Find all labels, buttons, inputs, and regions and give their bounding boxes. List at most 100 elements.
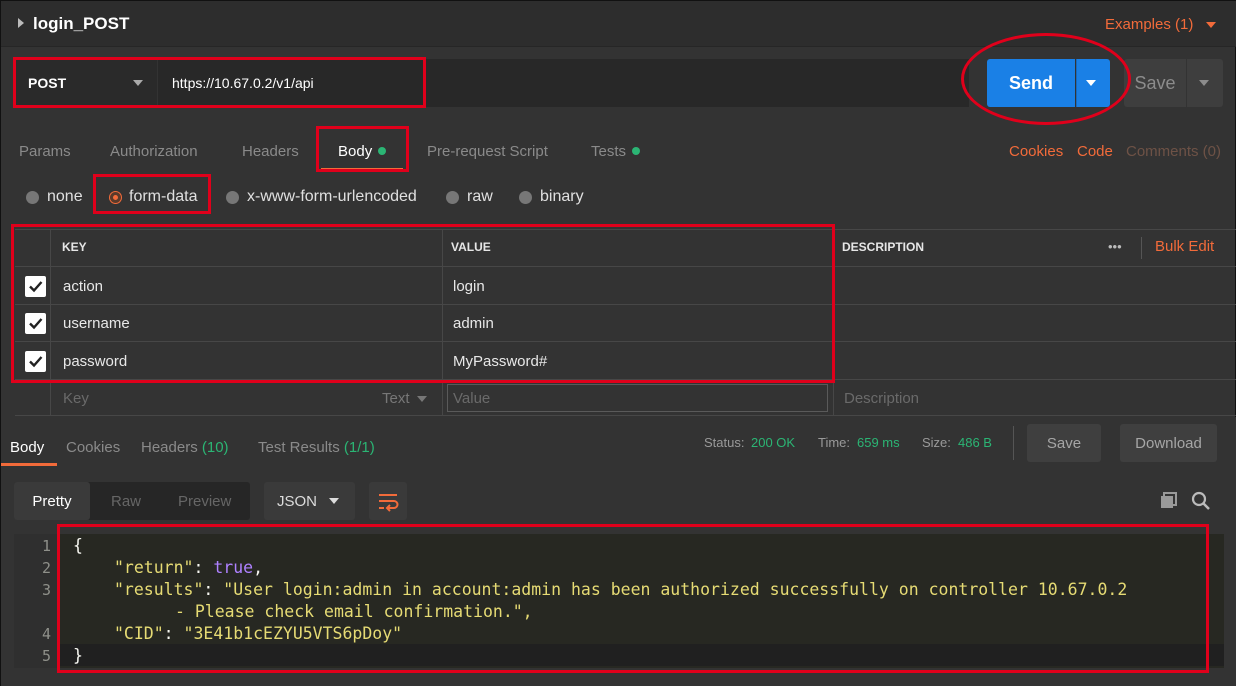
code-brace: { <box>73 536 83 555</box>
response-tab-test-results[interactable]: Test Results (1/1) <box>258 439 375 456</box>
size-value[interactable]: 486 B <box>958 435 992 450</box>
chevron-down-icon[interactable] <box>1086 80 1096 86</box>
response-tab-cookies[interactable]: Cookies <box>66 439 120 456</box>
tab-label: Headers <box>141 439 198 456</box>
code-link[interactable]: Code <box>1077 143 1113 160</box>
comments-link[interactable]: Comments (0) <box>1126 143 1221 160</box>
row-checkbox[interactable] <box>25 276 46 297</box>
radio-label: none <box>47 188 83 205</box>
table-border <box>833 229 834 415</box>
row-checkbox[interactable] <box>25 313 46 334</box>
column-header-value: VALUE <box>451 240 491 254</box>
status-dot-icon <box>632 147 641 156</box>
param-key[interactable]: username <box>63 315 130 332</box>
new-key-input[interactable]: Key <box>63 390 89 407</box>
tab-tests[interactable]: Tests <box>591 143 641 160</box>
radio-form-data[interactable]: form-data <box>110 188 197 206</box>
table-border <box>442 229 443 415</box>
table-border <box>15 379 1236 380</box>
cookies-link[interactable]: Cookies <box>1009 143 1063 160</box>
line-number: 5 <box>41 647 51 665</box>
status-dot-icon <box>378 147 387 156</box>
column-header-description: DESCRIPTION <box>842 240 925 254</box>
search-icon[interactable] <box>1190 490 1212 516</box>
radio-icon[interactable] <box>519 190 532 204</box>
save-response-button[interactable]: Save <box>1027 424 1101 462</box>
new-description-input[interactable]: Description <box>844 390 919 407</box>
examples-dropdown[interactable]: Examples (1) <box>1105 16 1193 33</box>
json-key: "CID" <box>114 624 164 643</box>
json-key: "return" <box>114 558 194 577</box>
bulk-edit-link[interactable]: Bulk Edit <box>1155 238 1214 255</box>
checkmark-icon <box>29 318 43 330</box>
divider <box>1141 237 1142 259</box>
radio-x-www-form-urlencoded[interactable]: x-www-form-urlencoded <box>226 188 417 206</box>
time-value[interactable]: 659 ms <box>857 435 900 450</box>
chevron-down-icon[interactable] <box>133 80 143 86</box>
copy-icon[interactable] <box>1159 491 1179 515</box>
table-border <box>15 304 1236 305</box>
tab-authorization[interactable]: Authorization <box>110 143 198 160</box>
view-preview-button[interactable]: Preview <box>178 493 231 510</box>
divider <box>1013 426 1014 460</box>
radio-raw[interactable]: raw <box>446 188 493 206</box>
response-tab-body[interactable]: Body <box>10 439 44 456</box>
tab-pre-request-script[interactable]: Pre-request Script <box>427 143 548 160</box>
radio-icon[interactable] <box>446 190 459 204</box>
chevron-down-icon[interactable] <box>1206 22 1216 28</box>
json-value: "3E41b1cEZYU5VTS6pDoy" <box>183 624 403 643</box>
view-pretty-button[interactable]: Pretty <box>14 482 90 520</box>
active-tab-indicator <box>321 168 403 171</box>
chevron-down-icon[interactable] <box>417 396 427 402</box>
wrap-lines-button[interactable] <box>369 482 407 520</box>
line-number: 2 <box>41 559 51 577</box>
json-value-continued: - Please check email confirmation.", <box>175 602 533 621</box>
tab-count: (1/1) <box>343 439 375 456</box>
download-button[interactable]: Download <box>1120 424 1217 462</box>
radio-label: raw <box>467 188 493 205</box>
code-line: { <box>73 536 83 555</box>
request-name[interactable]: login_POST <box>33 14 129 34</box>
send-button[interactable]: Send <box>987 59 1075 107</box>
table-border <box>15 341 1236 342</box>
url-value[interactable]: https://10.67.0.2/v1/api <box>172 75 314 91</box>
code-line: } <box>73 646 83 665</box>
radio-selected-icon[interactable] <box>110 191 121 203</box>
line-number: 4 <box>41 625 51 643</box>
type-select[interactable]: Text <box>382 390 410 407</box>
tab-tests-label: Tests <box>591 143 627 160</box>
tab-label: Test Results <box>258 439 340 456</box>
view-raw-button[interactable]: Raw <box>111 493 141 510</box>
caret-right-icon[interactable] <box>18 18 24 28</box>
param-value[interactable]: MyPassword# <box>453 353 547 370</box>
save-request-button[interactable]: Save <box>1124 59 1186 107</box>
tab-count: (10) <box>201 439 229 456</box>
param-value[interactable]: admin <box>453 315 494 332</box>
code-line-wrapped: - Please check email confirmation.", <box>175 602 533 621</box>
method-label[interactable]: POST <box>28 75 66 91</box>
param-value[interactable]: login <box>453 278 485 295</box>
param-key[interactable]: password <box>63 353 127 370</box>
code-line: "CID": "3E41b1cEZYU5VTS6pDoy" <box>114 624 403 643</box>
row-checkbox[interactable] <box>25 351 46 372</box>
line-number: 1 <box>41 537 51 555</box>
more-options-icon[interactable]: ••• <box>1108 239 1122 254</box>
checkmark-icon <box>29 356 43 368</box>
new-value-input[interactable] <box>447 384 828 412</box>
radio-icon[interactable] <box>226 190 239 204</box>
chevron-down-icon[interactable] <box>1199 80 1209 86</box>
radio-icon[interactable] <box>26 190 39 204</box>
json-value: true <box>213 558 254 577</box>
param-key[interactable]: action <box>63 278 103 295</box>
radio-none[interactable]: none <box>26 188 83 206</box>
status-value[interactable]: 200 OK <box>751 435 795 450</box>
response-tab-headers[interactable]: Headers (10) <box>141 439 229 456</box>
tab-params[interactable]: Params <box>19 143 71 160</box>
active-line-highlight <box>58 644 1224 666</box>
chevron-down-icon[interactable] <box>329 498 339 504</box>
format-label[interactable]: JSON <box>277 493 317 510</box>
radio-binary[interactable]: binary <box>519 188 584 206</box>
tab-headers[interactable]: Headers <box>242 143 299 160</box>
code-brace: } <box>73 646 83 665</box>
tab-body[interactable]: Body <box>338 143 387 160</box>
